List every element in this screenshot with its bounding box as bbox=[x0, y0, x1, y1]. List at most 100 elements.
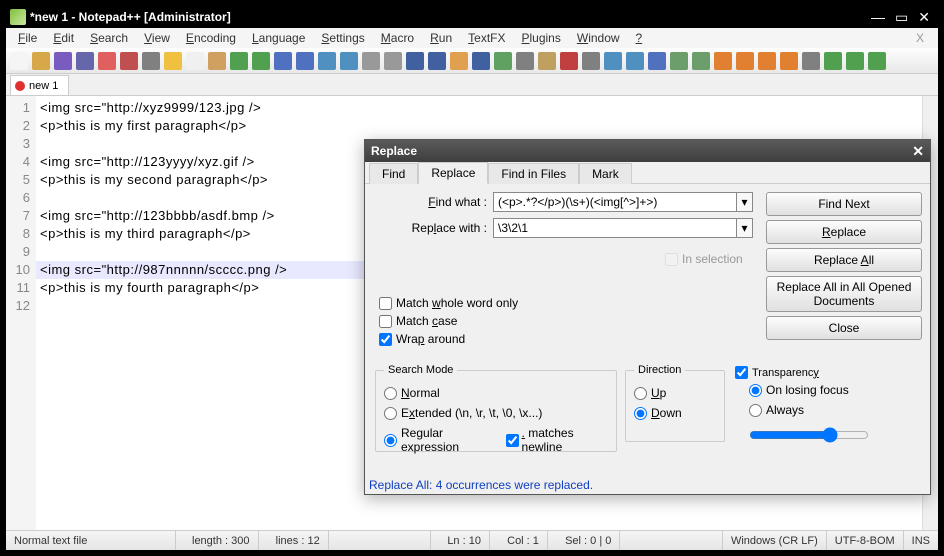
replace-history-dropdown[interactable]: ▾ bbox=[737, 218, 753, 238]
macro-repeat-icon[interactable] bbox=[626, 52, 644, 70]
new-file-icon[interactable] bbox=[10, 52, 28, 70]
zoom-out-icon[interactable] bbox=[340, 52, 358, 70]
tab-find-in-files[interactable]: Find in Files bbox=[488, 163, 579, 184]
function-list-icon[interactable] bbox=[516, 52, 534, 70]
wrap-around-option[interactable]: Wrap around bbox=[379, 332, 518, 346]
dialog-tabs: Find Replace Find in Files Mark bbox=[365, 162, 930, 184]
compare-icon[interactable] bbox=[670, 52, 688, 70]
statusbar: Normal text file length : 300 lines : 12… bbox=[6, 530, 938, 550]
save-icon[interactable] bbox=[54, 52, 72, 70]
compare-clear-icon[interactable] bbox=[692, 52, 710, 70]
menu-language[interactable]: Language bbox=[244, 29, 313, 47]
transparency-always[interactable]: Always bbox=[749, 403, 905, 417]
direction-down[interactable]: Down bbox=[634, 406, 716, 420]
close-icon[interactable] bbox=[98, 52, 116, 70]
sync-v-icon[interactable] bbox=[362, 52, 380, 70]
find-icon[interactable] bbox=[274, 52, 292, 70]
find-what-label: Find what : bbox=[373, 195, 493, 209]
menu-edit[interactable]: Edit bbox=[45, 29, 82, 47]
next-diff-icon[interactable] bbox=[758, 52, 776, 70]
nav-icon[interactable] bbox=[802, 52, 820, 70]
whole-word-option[interactable]: Match whole word only bbox=[379, 296, 518, 310]
line-number-gutter: 123456789101112 bbox=[6, 96, 36, 530]
spell-next-icon[interactable] bbox=[868, 52, 886, 70]
menu-file[interactable]: File bbox=[10, 29, 45, 47]
spell-icon[interactable] bbox=[824, 52, 842, 70]
in-selection-label: In selection bbox=[682, 252, 743, 266]
dialog-title: Replace bbox=[371, 144, 417, 158]
undo-icon[interactable] bbox=[230, 52, 248, 70]
match-case-option[interactable]: Match case bbox=[379, 314, 518, 328]
status-length: length : 300 lines : 12 bbox=[176, 531, 337, 550]
udl-icon[interactable] bbox=[472, 52, 490, 70]
last-diff-icon[interactable] bbox=[780, 52, 798, 70]
menu-macro[interactable]: Macro bbox=[373, 29, 422, 47]
search-mode-regex[interactable]: Regular expression . matches newline bbox=[384, 426, 608, 454]
spell-prev-icon[interactable] bbox=[846, 52, 864, 70]
menu-settings[interactable]: Settings bbox=[313, 29, 372, 47]
paste-icon[interactable] bbox=[208, 52, 226, 70]
first-diff-icon[interactable] bbox=[714, 52, 732, 70]
find-what-input[interactable] bbox=[493, 192, 737, 212]
menubar: FileEditSearchViewEncodingLanguageSettin… bbox=[6, 28, 938, 48]
folder-icon[interactable] bbox=[538, 52, 556, 70]
match-case-checkbox[interactable] bbox=[379, 315, 392, 328]
menu-?[interactable]: ? bbox=[628, 29, 651, 47]
search-mode-group: Search Mode Normal Extended (\n, \r, \t,… bbox=[375, 364, 617, 452]
transparency-on-losing[interactable]: On losing focus bbox=[749, 383, 905, 397]
transparency-checkbox[interactable] bbox=[735, 366, 748, 379]
tab-mark[interactable]: Mark bbox=[579, 163, 632, 184]
replace-with-input[interactable] bbox=[493, 218, 737, 238]
replace-all-opened-button[interactable]: Replace All in All Opened Documents bbox=[766, 276, 922, 312]
matches-newline-checkbox[interactable] bbox=[506, 434, 519, 447]
replace-dialog: Replace ✕ Find Replace Find in Files Mar… bbox=[364, 139, 931, 495]
menu-window[interactable]: Window bbox=[569, 29, 628, 47]
menu-textfx[interactable]: TextFX bbox=[460, 29, 513, 47]
redo-icon[interactable] bbox=[252, 52, 270, 70]
file-tab[interactable]: new 1 bbox=[10, 75, 69, 95]
transparency-slider[interactable] bbox=[749, 427, 869, 443]
zoom-in-icon[interactable] bbox=[318, 52, 336, 70]
menu-view[interactable]: View bbox=[136, 29, 178, 47]
dialog-close-button[interactable]: ✕ bbox=[912, 143, 924, 160]
save-all-icon[interactable] bbox=[76, 52, 94, 70]
wrap-around-checkbox[interactable] bbox=[379, 333, 392, 346]
replace-button[interactable]: Replace bbox=[766, 220, 922, 244]
menu-search[interactable]: Search bbox=[82, 29, 136, 47]
macro-play-icon[interactable] bbox=[604, 52, 622, 70]
search-mode-normal[interactable]: Normal bbox=[384, 386, 608, 400]
copy-icon[interactable] bbox=[186, 52, 204, 70]
maximize-button[interactable]: ▭ bbox=[895, 9, 908, 26]
whole-word-checkbox[interactable] bbox=[379, 297, 392, 310]
in-selection-checkbox bbox=[665, 253, 678, 266]
direction-legend: Direction bbox=[634, 364, 685, 376]
macro-stop-icon[interactable] bbox=[582, 52, 600, 70]
replace-all-button[interactable]: Replace All bbox=[766, 248, 922, 272]
show-all-icon[interactable] bbox=[428, 52, 446, 70]
find-next-button[interactable]: Find Next bbox=[766, 192, 922, 216]
indent-guide-icon[interactable] bbox=[450, 52, 468, 70]
doc-map-icon[interactable] bbox=[494, 52, 512, 70]
close-all-icon[interactable] bbox=[120, 52, 138, 70]
menu-run[interactable]: Run bbox=[422, 29, 460, 47]
macro-save-icon[interactable] bbox=[648, 52, 666, 70]
open-file-icon[interactable] bbox=[32, 52, 50, 70]
print-icon[interactable] bbox=[142, 52, 160, 70]
wrap-icon[interactable] bbox=[406, 52, 424, 70]
sync-h-icon[interactable] bbox=[384, 52, 402, 70]
window-title: *new 1 - Notepad++ [Administrator] bbox=[30, 10, 871, 24]
minimize-button[interactable]: — bbox=[871, 9, 885, 26]
replace-icon[interactable] bbox=[296, 52, 314, 70]
tab-replace[interactable]: Replace bbox=[418, 162, 488, 184]
macro-record-icon[interactable] bbox=[560, 52, 578, 70]
menu-encoding[interactable]: Encoding bbox=[178, 29, 244, 47]
menu-plugins[interactable]: Plugins bbox=[513, 29, 568, 47]
dialog-close-button-2[interactable]: Close bbox=[766, 316, 922, 340]
search-mode-extended[interactable]: Extended (\n, \r, \t, \0, \x...) bbox=[384, 406, 608, 420]
find-history-dropdown[interactable]: ▾ bbox=[737, 192, 753, 212]
tab-find[interactable]: Find bbox=[369, 163, 418, 184]
close-button[interactable]: ✕ bbox=[918, 9, 930, 26]
direction-up[interactable]: Up bbox=[634, 386, 716, 400]
prev-diff-icon[interactable] bbox=[736, 52, 754, 70]
cut-icon[interactable] bbox=[164, 52, 182, 70]
